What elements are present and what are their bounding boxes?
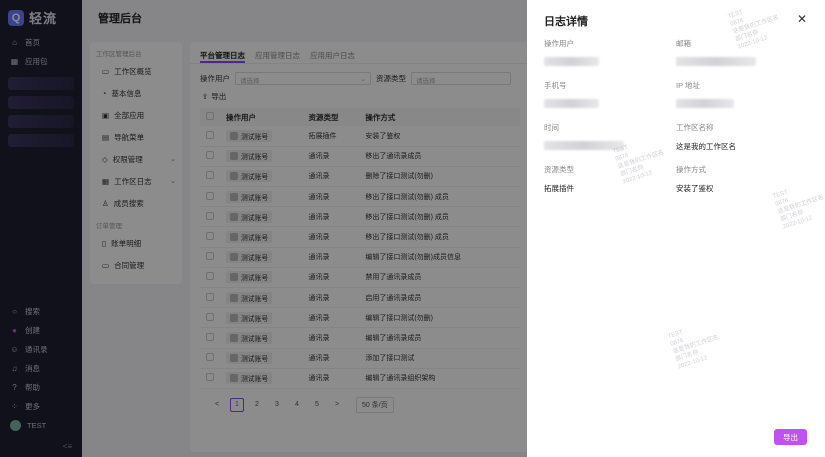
field-phone: 手机号 [544,80,664,108]
field-value: 拓展插件 [544,184,574,193]
export-button[interactable]: 导出 [774,429,807,445]
field-action: 操作方式 安装了鉴权 [676,164,796,194]
watermark: TEST 0876 这是我的工作区名 部门名称 2022-10-12 [667,329,720,371]
drawer-title: 日志详情 [544,16,588,28]
log-detail-drawer: 日志详情 ✕ 操作用户 邮箱 手机号 IP 地址 时间 工作区名称 这是我的工作… [527,0,825,457]
field-label: 工作区名称 [676,123,714,132]
field-operator: 操作用户 [544,38,664,66]
close-icon[interactable]: ✕ [797,12,807,26]
modal-overlay[interactable] [0,0,527,457]
field-label: 手机号 [544,81,567,90]
field-workspace: 工作区名称 这是我的工作区名 [676,122,806,152]
field-label: IP 地址 [676,81,701,90]
field-label: 时间 [544,123,559,132]
redacted-value [676,99,734,108]
redacted-value [676,57,756,66]
field-value: 这是我的工作区名 [676,142,736,151]
field-label: 操作用户 [544,39,574,48]
field-ip: IP 地址 [676,80,796,108]
field-label: 操作方式 [676,165,706,174]
redacted-value [544,99,599,108]
redacted-value [544,57,599,66]
